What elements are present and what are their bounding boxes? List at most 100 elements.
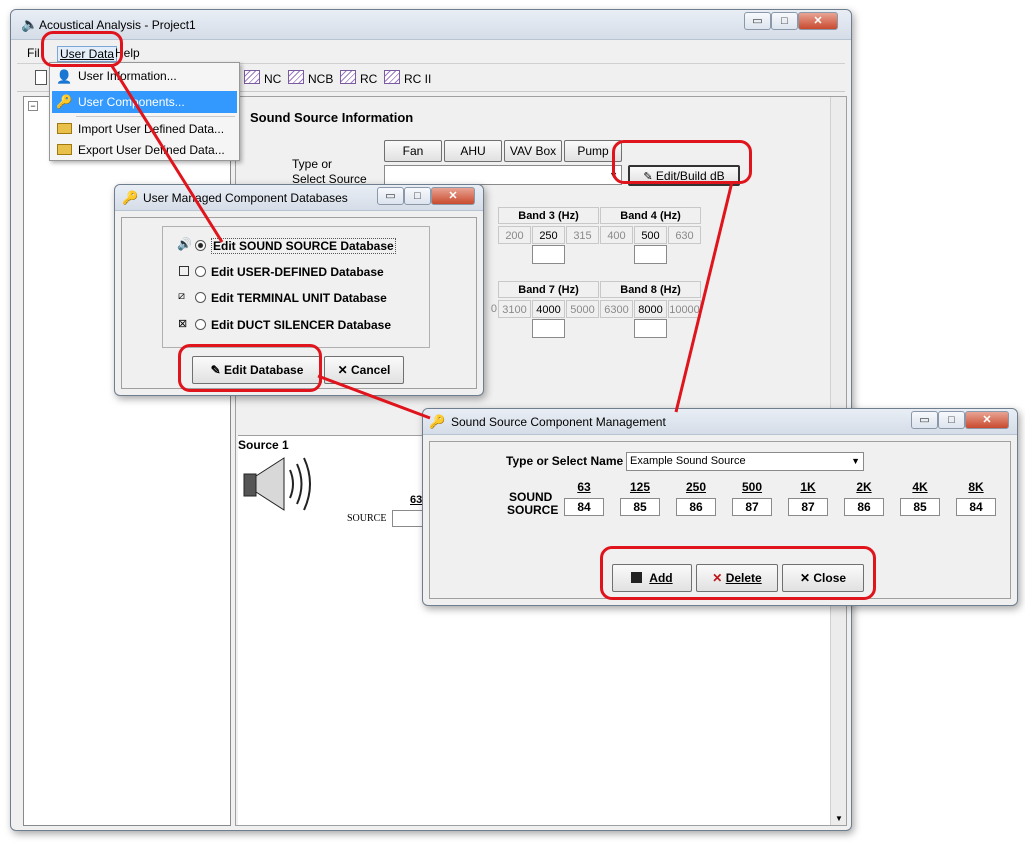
chart-nc-icon[interactable]: [244, 70, 260, 84]
chart-rc2-icon[interactable]: [384, 70, 400, 84]
level-value-field[interactable]: 86: [676, 498, 716, 516]
duct-silencer-icon: ⊠: [178, 318, 188, 330]
close-button[interactable]: ✕: [798, 12, 838, 30]
component-dialog-title: Sound Source Component Management: [451, 415, 666, 429]
db-option-terminal-unit[interactable]: ⧄ Edit TERMINAL UNIT Database: [177, 289, 407, 307]
new-file-icon[interactable]: [35, 70, 47, 85]
band4-freq-500: 500: [634, 226, 667, 244]
edit-build-db-label: Edit/Build dB: [655, 169, 725, 183]
band3-freq-200: 200: [498, 226, 531, 244]
chevron-down-icon: ▼: [609, 170, 618, 180]
pencil-icon: ✎: [210, 363, 221, 377]
menu-item-user-information[interactable]: 👤 User Information...: [52, 65, 237, 87]
level-value-field[interactable]: 85: [620, 498, 660, 516]
freq-header: 500: [741, 480, 763, 494]
close-label: Close: [813, 571, 847, 585]
band8-value-field[interactable]: [634, 319, 667, 338]
db-option-user-defined-label: Edit USER-DEFINED Database: [211, 265, 384, 279]
name-combo[interactable]: Example Sound Source ▼: [626, 452, 864, 471]
db-option-user-defined[interactable]: Edit USER-DEFINED Database: [177, 263, 407, 281]
menu-bar: Fil User Data Help: [17, 42, 845, 64]
component-dialog-close-button[interactable]: ✕: [965, 411, 1009, 429]
chart-rc2-label[interactable]: RC II: [404, 72, 431, 86]
delete-button[interactable]: ✕ Delete: [696, 564, 778, 592]
select-source-combo[interactable]: ▼: [384, 165, 622, 185]
level-value-field[interactable]: 85: [900, 498, 940, 516]
component-dialog-minimize-button[interactable]: ▭: [911, 411, 938, 429]
speaker-icon: 🔊: [177, 237, 192, 251]
source-row-label: SOURCE: [347, 513, 387, 524]
level-value-field[interactable]: 84: [564, 498, 604, 516]
band6-freq-partial: 0: [486, 300, 497, 318]
chart-rc-icon[interactable]: [340, 70, 356, 84]
add-button[interactable]: Add: [612, 564, 692, 592]
menu-item-import[interactable]: Import User Defined Data...: [52, 118, 237, 140]
menu-item-user-components[interactable]: 🔑 User Components...: [52, 91, 237, 113]
radio-icon[interactable]: [195, 292, 206, 303]
radio-selected-icon[interactable]: [195, 240, 206, 251]
delete-x-icon: ✕: [712, 571, 723, 585]
band8-freq-8000: 8000: [634, 300, 667, 318]
tab-vav-box[interactable]: VAV Box: [504, 140, 562, 162]
name-combo-value: Example Sound Source: [630, 455, 746, 467]
level-value-field[interactable]: 84: [956, 498, 996, 516]
chevron-down-icon[interactable]: ▼: [851, 456, 860, 466]
db-option-duct-silencer-label: Edit DUCT SILENCER Database: [211, 318, 392, 332]
band4-value-field[interactable]: [634, 245, 667, 264]
menu-item-import-label: Import User Defined Data...: [78, 122, 225, 136]
speaker-app-icon: 🔈: [21, 16, 39, 32]
chart-ncb-icon[interactable]: [288, 70, 304, 84]
user-data-dropdown: 👤 User Information... 🔑 User Components.…: [49, 62, 240, 161]
db-dialog-maximize-button[interactable]: □: [404, 187, 431, 205]
tab-ahu[interactable]: AHU: [444, 140, 502, 162]
cancel-label: Cancel: [351, 363, 391, 377]
band4-header: Band 4 (Hz): [600, 207, 701, 224]
minimize-button[interactable]: ▭: [744, 12, 771, 30]
tab-fan[interactable]: Fan: [384, 140, 442, 162]
import-folder-icon: [57, 123, 72, 134]
level-value-field[interactable]: 86: [844, 498, 884, 516]
menu-user-data[interactable]: User Data: [57, 46, 118, 62]
db-option-sound-source[interactable]: 🔊 Edit SOUND SOURCE Database: [177, 237, 407, 255]
chart-nc-label[interactable]: NC: [264, 72, 281, 86]
radio-icon[interactable]: [195, 266, 206, 277]
band7-header: Band 7 (Hz): [498, 281, 599, 298]
db-dialog-titlebar: 🔑 User Managed Component Databases ▭ □ ✕: [115, 185, 483, 211]
band8-header: Band 8 (Hz): [600, 281, 701, 298]
source-freq-63: 63: [410, 494, 423, 506]
maximize-button[interactable]: □: [771, 12, 798, 30]
band8-freq-10000: 10000: [668, 300, 701, 318]
key-icon: 🔑: [122, 190, 139, 205]
component-dialog-titlebar: 🔑 Sound Source Component Management ▭ □ …: [423, 409, 1017, 435]
source-63-field[interactable]: [392, 510, 426, 527]
edit-build-db-button[interactable]: ✎ Edit/Build dB: [628, 165, 740, 186]
db-dialog-minimize-button[interactable]: ▭: [377, 187, 404, 205]
band3-header: Band 3 (Hz): [498, 207, 599, 224]
loudspeaker-icon: [243, 457, 311, 511]
component-dialog-maximize-button[interactable]: □: [938, 411, 965, 429]
db-dialog-close-button[interactable]: ✕: [431, 187, 475, 205]
main-window-title: Acoustical Analysis - Project1: [39, 18, 196, 32]
menu-item-export[interactable]: Export User Defined Data...: [52, 139, 237, 161]
chart-ncb-label[interactable]: NCB: [308, 72, 333, 86]
edit-database-button[interactable]: ✎ Edit Database: [192, 356, 322, 384]
menu-file[interactable]: Fil: [27, 46, 40, 60]
menu-help[interactable]: Help: [115, 46, 140, 60]
menu-item-export-label: Export User Defined Data...: [78, 143, 225, 157]
tree-expand-icon[interactable]: −: [28, 101, 38, 111]
level-value-field[interactable]: 87: [788, 498, 828, 516]
close-dialog-button[interactable]: ✕ Close: [782, 564, 864, 592]
db-option-duct-silencer[interactable]: ⊠ Edit DUCT SILENCER Database: [177, 316, 407, 334]
db-options-group: 🔊 Edit SOUND SOURCE Database Edit USER-D…: [162, 226, 430, 348]
radio-icon[interactable]: [195, 319, 206, 330]
chart-rc-label[interactable]: RC: [360, 72, 377, 86]
cancel-button[interactable]: ✕ Cancel: [324, 356, 404, 384]
tab-pump[interactable]: Pump: [564, 140, 622, 162]
key-icon: 🔑: [56, 94, 73, 109]
band3-value-field[interactable]: [532, 245, 565, 264]
freq-header: 125: [629, 480, 651, 494]
scroll-down-arrow-icon[interactable]: ▼: [835, 814, 843, 823]
level-value-field[interactable]: 87: [732, 498, 772, 516]
source-title: Source 1: [238, 438, 289, 452]
band7-value-field[interactable]: [532, 319, 565, 338]
